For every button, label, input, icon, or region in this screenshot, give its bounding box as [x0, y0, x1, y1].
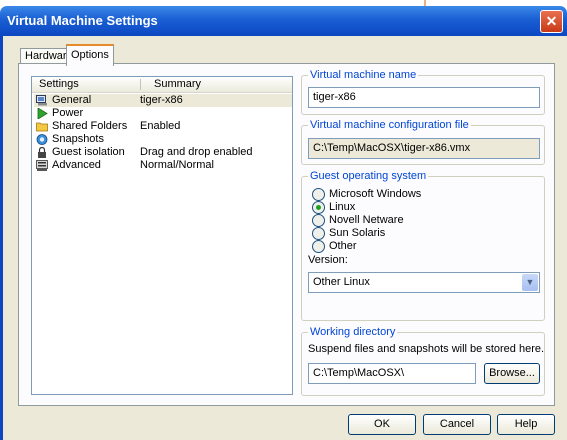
- config-file-legend: Virtual machine configuration file: [308, 119, 471, 132]
- item-label: Advanced: [52, 159, 101, 171]
- version-value: Other Linux: [313, 276, 370, 288]
- vm-name-input[interactable]: tiger-x86: [308, 87, 540, 108]
- window-title: Virtual Machine Settings: [7, 13, 158, 28]
- item-label: Guest isolation: [52, 146, 125, 158]
- ok-button[interactable]: OK: [348, 414, 416, 435]
- item-summary: tiger-x86: [140, 94, 183, 106]
- options-panel: Settings Summary General tiger-x86 Power…: [18, 63, 555, 406]
- radio-label: Novell Netware: [329, 214, 404, 226]
- summary-column-header[interactable]: Summary: [154, 78, 201, 90]
- title-bar[interactable]: Virtual Machine Settings ✕: [0, 6, 567, 36]
- working-dir-input[interactable]: C:\Temp\MacOSX\: [308, 363, 476, 384]
- item-label: Snapshots: [52, 133, 104, 145]
- working-dir-group: Working directory Suspend files and snap…: [301, 326, 545, 396]
- item-summary: Drag and drop enabled: [140, 146, 253, 158]
- list-item-guest-isolation[interactable]: Guest isolation Drag and drop enabled: [34, 146, 292, 159]
- guest-os-group: Guest operating system Microsoft Windows…: [301, 170, 545, 321]
- snapshot-icon: [36, 134, 48, 145]
- dialog-body: Hardware Options Settings Summary Genera…: [0, 36, 567, 440]
- general-icon: [36, 95, 47, 106]
- browse-button[interactable]: Browse...: [484, 363, 540, 384]
- item-label: Power: [52, 107, 84, 119]
- help-button[interactable]: Help: [497, 414, 555, 435]
- radio-circle: [312, 240, 325, 253]
- list-header: Settings Summary: [32, 77, 292, 93]
- item-label: Shared Folders: [52, 120, 128, 132]
- tab-options[interactable]: Options: [66, 44, 114, 66]
- radio-label: Sun Solaris: [329, 227, 386, 239]
- guest-os-legend: Guest operating system: [308, 170, 429, 183]
- list-item-shared-folders[interactable]: Shared Folders Enabled: [34, 120, 292, 133]
- folder-icon: [36, 122, 48, 132]
- radio-circle: [312, 188, 325, 201]
- close-icon: ✕: [545, 13, 558, 29]
- cancel-button[interactable]: Cancel: [423, 414, 491, 435]
- working-dir-legend: Working directory: [308, 326, 398, 339]
- radio-selected-dot: [316, 205, 321, 210]
- chevron-down-icon[interactable]: ▼: [522, 274, 538, 291]
- working-dir-description: Suspend files and snapshots will be stor…: [308, 343, 545, 355]
- vm-name-legend: Virtual machine name: [308, 69, 419, 82]
- vm-name-group: Virtual machine name tiger-x86: [301, 69, 545, 115]
- version-label: Version:: [308, 254, 348, 266]
- item-label: General: [52, 94, 92, 106]
- list-item-snapshots[interactable]: Snapshots: [34, 133, 292, 146]
- column-divider[interactable]: [140, 79, 141, 90]
- item-summary: Enabled: [140, 120, 181, 132]
- settings-column-header[interactable]: Settings: [39, 78, 79, 90]
- radio-circle: [312, 227, 325, 240]
- radio-circle: [312, 214, 325, 227]
- settings-window: Virtual Machine Settings ✕ Hardware Opti…: [0, 6, 567, 440]
- item-summary: Normal/Normal: [140, 159, 214, 171]
- list-item-general[interactable]: General tiger-x86: [34, 94, 292, 107]
- power-icon: [37, 108, 48, 119]
- lock-icon: [38, 147, 46, 158]
- config-file-group: Virtual machine configuration file C:\Te…: [301, 119, 545, 165]
- list-item-advanced[interactable]: Advanced Normal/Normal: [34, 159, 292, 172]
- radio-label: Microsoft Windows: [329, 188, 422, 200]
- list-item-power[interactable]: Power: [34, 107, 292, 120]
- version-select[interactable]: Other Linux ▼: [308, 272, 540, 293]
- config-file-path: C:\Temp\MacOSX\tiger-x86.vmx: [308, 138, 540, 159]
- radio-label: Other: [329, 240, 357, 252]
- radio-circle: [312, 201, 325, 214]
- settings-list[interactable]: Settings Summary General tiger-x86 Power…: [31, 76, 293, 395]
- radio-label: Linux: [329, 201, 356, 213]
- advanced-icon: [36, 160, 48, 171]
- close-button[interactable]: ✕: [540, 10, 563, 33]
